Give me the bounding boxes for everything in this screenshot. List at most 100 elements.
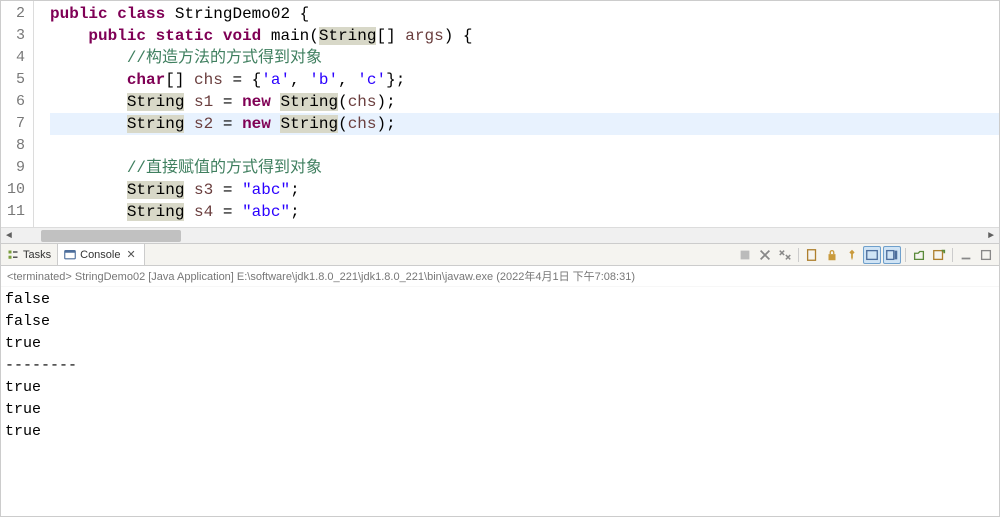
code-token: //直接赋值的方式得到对象 <box>127 159 322 177</box>
code-line[interactable]: public static void main(String[] args) { <box>50 25 999 47</box>
scrollbar-thumb[interactable] <box>41 230 181 242</box>
code-line[interactable]: //构造方法的方式得到对象 <box>50 47 999 69</box>
code-token: = { <box>223 71 261 89</box>
code-token: }; <box>386 71 405 89</box>
terminate-button[interactable] <box>736 246 754 264</box>
code-token: String <box>127 203 185 221</box>
code-token: public <box>88 27 146 45</box>
code-token: 'b' <box>309 71 338 89</box>
code-token: char <box>127 71 165 89</box>
tab-console[interactable]: Console ✕ <box>58 244 145 265</box>
close-icon[interactable]: ✕ <box>124 248 137 261</box>
toolbar-divider <box>905 248 906 262</box>
new-console-button[interactable] <box>930 246 948 264</box>
console-select-icon <box>865 248 879 262</box>
code-line[interactable]: String s2 = new String(chs); <box>50 113 999 135</box>
code-token: = <box>213 203 242 221</box>
bottom-panel-tabs: Tasks Console ✕ <box>0 244 1000 266</box>
code-token: String <box>280 93 338 111</box>
code-line[interactable]: String s4 = "abc"; <box>50 201 999 223</box>
tasks-icon <box>7 249 19 261</box>
console-output[interactable]: false false true -------- true true true <box>1 287 999 516</box>
code-line[interactable]: String s3 = "abc"; <box>50 179 999 201</box>
display-selected-button[interactable] <box>863 246 881 264</box>
code-token: static <box>156 27 214 45</box>
terminated-label: <terminated> <box>7 271 75 283</box>
code-token: String <box>319 27 377 45</box>
code-token <box>50 181 127 199</box>
line-number: 5 <box>1 69 33 91</box>
scroll-left-arrow-icon[interactable]: ◄ <box>1 228 17 244</box>
code-token: = <box>213 181 242 199</box>
code-line[interactable] <box>50 135 999 157</box>
code-token: String <box>127 93 185 111</box>
show-icon <box>885 248 899 262</box>
code-token <box>184 115 194 133</box>
code-token <box>213 27 223 45</box>
tab-label: Tasks <box>23 249 51 261</box>
code-token <box>146 27 156 45</box>
code-token: s2 <box>194 115 213 133</box>
document-icon <box>805 248 819 262</box>
x-icon <box>758 248 772 262</box>
code-token: main( <box>261 27 319 45</box>
minimize-icon <box>959 248 973 262</box>
clear-console-button[interactable] <box>803 246 821 264</box>
code-token: class <box>117 5 165 23</box>
scroll-lock-button[interactable] <box>823 246 841 264</box>
line-number: 9 <box>1 157 33 179</box>
code-token: void <box>223 27 261 45</box>
code-token: String <box>127 181 185 199</box>
pin-icon <box>845 248 859 262</box>
editor-horizontal-scrollbar[interactable]: ◄ ► <box>1 227 999 243</box>
code-token: args <box>405 27 443 45</box>
code-token: ; <box>290 181 300 199</box>
code-token: //构造方法的方式得到对象 <box>127 49 322 67</box>
maximize-button[interactable] <box>977 246 995 264</box>
code-token <box>50 203 127 221</box>
console-toolbar <box>736 244 999 265</box>
toolbar-divider <box>952 248 953 262</box>
line-number: 4 <box>1 47 33 69</box>
line-number: 7 <box>1 113 33 135</box>
remove-all-launch-button[interactable] <box>776 246 794 264</box>
open-console-button[interactable] <box>910 246 928 264</box>
code-token: chs <box>348 115 377 133</box>
code-area[interactable]: public class StringDemo02 { public stati… <box>34 1 999 227</box>
tab-tasks[interactable]: Tasks <box>1 244 58 265</box>
minimize-button[interactable] <box>957 246 975 264</box>
code-token: chs <box>348 93 377 111</box>
console-header: <terminated> StringDemo02 [Java Applicat… <box>1 266 999 287</box>
scroll-right-arrow-icon[interactable]: ► <box>983 228 999 244</box>
code-token: String <box>127 115 185 133</box>
code-token: [] <box>376 27 405 45</box>
open-icon <box>912 248 926 262</box>
toolbar-divider <box>798 248 799 262</box>
code-line[interactable]: //直接赋值的方式得到对象 <box>50 157 999 179</box>
code-token: ); <box>377 93 396 111</box>
stop-icon <box>738 248 752 262</box>
pin-console-button[interactable] <box>843 246 861 264</box>
code-token: chs <box>194 71 223 89</box>
line-number-gutter: 234567891011 <box>1 1 34 227</box>
code-line[interactable]: public class StringDemo02 { <box>50 3 999 25</box>
code-line[interactable]: char[] chs = {'a', 'b', 'c'}; <box>50 69 999 91</box>
code-token: = <box>213 115 242 133</box>
code-token: new <box>242 115 271 133</box>
code-token <box>50 49 127 67</box>
code-token: ); <box>377 115 396 133</box>
code-token: public <box>50 5 108 23</box>
code-line[interactable]: String s1 = new String(chs); <box>50 91 999 113</box>
code-token: new <box>242 93 271 111</box>
show-console-button[interactable] <box>883 246 901 264</box>
remove-launch-button[interactable] <box>756 246 774 264</box>
code-token <box>50 159 127 177</box>
line-number: 10 <box>1 179 33 201</box>
code-token: String <box>280 115 338 133</box>
code-token <box>184 93 194 111</box>
plus-icon <box>932 248 946 262</box>
code-token: ; <box>290 203 300 221</box>
line-number: 3 <box>1 25 33 47</box>
code-token: "abc" <box>242 181 290 199</box>
code-token: StringDemo02 { <box>165 5 309 23</box>
